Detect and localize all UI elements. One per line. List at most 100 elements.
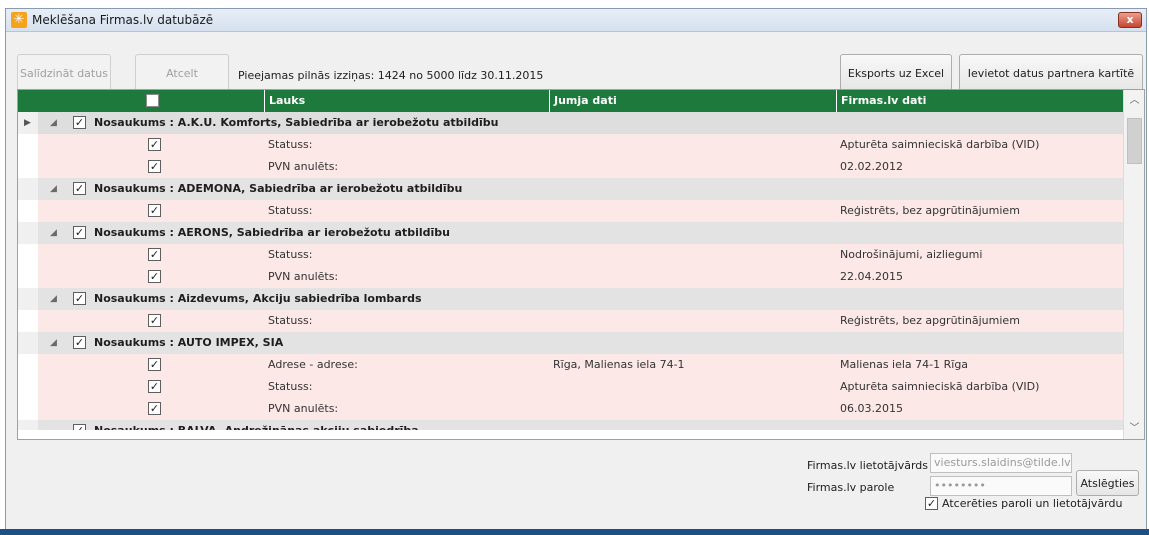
- scroll-up-icon[interactable]: ︿: [1124, 92, 1144, 109]
- row-indicator: [18, 200, 38, 222]
- detail-row[interactable]: ✓ Adrese - adrese: Rīga, Malienas iela 74-…: [18, 354, 1124, 376]
- insert-partner-button[interactable]: Ievietot datus partnera kartītē: [959, 54, 1143, 92]
- collapse-icon[interactable]: ◢: [50, 112, 57, 134]
- group-checkbox[interactable]: ✓: [73, 336, 86, 349]
- column-header-firmas[interactable]: Firmas.lv dati: [836, 90, 1124, 112]
- detail-row[interactable]: ✓ Statuss: Reģistrēts, bez apgrūtinājumiem: [18, 200, 1124, 222]
- row-checkbox[interactable]: ✓: [148, 380, 161, 393]
- row-checkbox[interactable]: ✓: [148, 314, 161, 327]
- title-bar: ✳ Meklēšana Firmas.lv datubāzē x: [6, 9, 1146, 32]
- detail-row[interactable]: ✓ PVN anulēts: 06.03.2015: [18, 398, 1124, 420]
- scroll-down-icon[interactable]: ﹀: [1124, 420, 1144, 437]
- group-row[interactable]: ◢ ✓ Nosaukums : ADEMONA, Sabiedrība ar ier…: [18, 178, 1124, 200]
- row-indicator: [18, 288, 38, 310]
- scroll-thumb[interactable]: [1127, 118, 1142, 164]
- field-name-cell: Statuss:: [268, 138, 313, 151]
- group-row[interactable]: ◢ ✓ Nosaukums : AUTO IMPEX, SIA: [18, 332, 1124, 354]
- group-checkbox[interactable]: ✓: [73, 182, 86, 195]
- row-indicator: [18, 332, 38, 354]
- column-header-jumja[interactable]: Jumja dati: [549, 90, 836, 112]
- password-label: Firmas.lv parole: [807, 481, 895, 494]
- group-checkbox[interactable]: ✓: [73, 116, 86, 129]
- group-row[interactable]: ◢ ✓ Nosaukums : Aizdevums, Akciju sabiedrī…: [18, 288, 1124, 310]
- row-indicator: [18, 398, 38, 420]
- firmas-value-cell: Apturēta saimnieciskā darbība (VID): [840, 138, 1040, 151]
- firmas-value-cell: Reģistrēts, bez apgrūtinājumiem: [840, 314, 1020, 327]
- select-all-checkbox[interactable]: [146, 94, 159, 107]
- username-label: Firmas.lv lietotājvārds: [807, 459, 928, 472]
- password-input[interactable]: ••••••••: [930, 476, 1072, 496]
- group-checkbox[interactable]: ✓: [73, 292, 86, 305]
- remember-label: Atcerēties paroli un lietotājvārdu: [942, 497, 1123, 510]
- firmas-value-cell: Malienas iela 74-1 Rīga: [840, 358, 969, 371]
- group-row[interactable]: ▶ ◢ ✓ Nosaukums : A.K.U. Komforts, Sabiedrī…: [18, 112, 1124, 134]
- field-name-cell: Statuss:: [268, 314, 313, 327]
- group-label: Nosaukums : BALVA, Andrežināņas akciju s…: [94, 420, 419, 430]
- window-title: Meklēšana Firmas.lv datubāzē: [32, 13, 214, 27]
- field-name-cell: Statuss:: [268, 204, 313, 217]
- field-name-cell: PVN anulēts:: [268, 402, 339, 415]
- group-label: Nosaukums : AUTO IMPEX, SIA: [94, 336, 284, 349]
- row-checkbox[interactable]: ✓: [148, 248, 161, 261]
- group-checkbox[interactable]: ✓: [73, 226, 86, 239]
- vertical-scrollbar[interactable]: ︿ ﹀: [1123, 90, 1144, 439]
- firmas-value-cell: 06.03.2015: [840, 402, 903, 415]
- field-name-cell: PVN anulēts:: [268, 270, 339, 283]
- firmas-value-cell: 22.04.2015: [840, 270, 903, 283]
- row-checkbox[interactable]: ✓: [148, 270, 161, 283]
- taskbar-strip: [0, 529, 1149, 535]
- row-indicator: [18, 134, 38, 156]
- group-label: Nosaukums : A.K.U. Komforts, Sabiedrība …: [94, 116, 499, 129]
- row-checkbox[interactable]: ✓: [148, 358, 161, 371]
- row-checkbox[interactable]: ✓: [148, 204, 161, 217]
- close-button[interactable]: x: [1118, 12, 1142, 28]
- group-label: Nosaukums : Aizdevums, Akciju sabiedrība…: [94, 292, 422, 305]
- grid-header: Lauks Jumja dati Firmas.lv dati: [18, 90, 1124, 112]
- row-checkbox[interactable]: ✓: [148, 160, 161, 173]
- row-indicator: [18, 310, 38, 332]
- row-checkbox[interactable]: ✓: [148, 402, 161, 415]
- row-indicator: [18, 420, 38, 430]
- collapse-icon[interactable]: ◢: [50, 288, 57, 310]
- field-name-cell: Statuss:: [268, 248, 313, 261]
- row-indicator: [18, 244, 38, 266]
- detail-row[interactable]: ✓ Statuss: Apturēta saimnieciskā darbība (…: [18, 376, 1124, 398]
- export-excel-button[interactable]: Eksports uz Excel: [840, 54, 952, 92]
- row-indicator: [18, 178, 38, 200]
- row-indicator: [18, 222, 38, 244]
- detail-row[interactable]: ✓ Statuss: Nodrošinājumi, aizliegumi: [18, 244, 1124, 266]
- group-label: Nosaukums : AERONS, Sabiedrība ar ierobe…: [94, 226, 450, 239]
- detail-row[interactable]: ✓ Statuss: Apturēta saimnieciskā darbība (…: [18, 134, 1124, 156]
- cancel-button[interactable]: Atcelt: [135, 54, 229, 92]
- group-row-partial[interactable]: ✓ Nosaukums : BALVA, Andrežināņas akciju …: [18, 420, 1124, 430]
- compare-button[interactable]: Salīdzināt datus: [17, 54, 111, 92]
- column-header-lauks[interactable]: Lauks: [264, 90, 549, 112]
- group-checkbox[interactable]: ✓: [73, 424, 86, 430]
- comparison-grid: Lauks Jumja dati Firmas.lv dati ▶ ◢ ✓ Nosau…: [17, 89, 1145, 440]
- row-indicator: [18, 266, 38, 288]
- group-label: Nosaukums : ADEMONA, Sabiedrība ar ierob…: [94, 182, 463, 195]
- detail-row[interactable]: ✓ PVN anulēts: 22.04.2015: [18, 266, 1124, 288]
- username-input[interactable]: viesturs.slaidins@tilde.lv: [930, 453, 1072, 473]
- app-icon: ✳: [11, 12, 27, 28]
- field-name-cell: PVN anulēts:: [268, 160, 339, 173]
- detail-row[interactable]: ✓ Statuss: Reģistrēts, bez apgrūtinājumiem: [18, 310, 1124, 332]
- reports-info: Pieejamas pilnās izziņas: 1424 no 5000 l…: [238, 69, 544, 82]
- logout-button[interactable]: Atslēgties: [1076, 470, 1139, 496]
- grid-rows: ▶ ◢ ✓ Nosaukums : A.K.U. Komforts, Sabiedrī…: [18, 112, 1124, 430]
- field-name-cell: Statuss:: [268, 380, 313, 393]
- firmas-value-cell: Reģistrēts, bez apgrūtinājumiem: [840, 204, 1020, 217]
- remember-checkbox[interactable]: ✓: [925, 497, 938, 510]
- detail-row[interactable]: ✓ PVN anulēts: 02.02.2012: [18, 156, 1124, 178]
- row-indicator: [18, 354, 38, 376]
- collapse-icon[interactable]: ◢: [50, 178, 57, 200]
- group-row[interactable]: ◢ ✓ Nosaukums : AERONS, Sabiedrība ar iero…: [18, 222, 1124, 244]
- current-row-pointer-icon: ▶: [24, 118, 31, 128]
- firmas-value-cell: Apturēta saimnieciskā darbība (VID): [840, 380, 1040, 393]
- collapse-icon[interactable]: ◢: [50, 222, 57, 244]
- row-checkbox[interactable]: ✓: [148, 138, 161, 151]
- row-indicator: [18, 376, 38, 398]
- jumja-value-cell: Rīga, Malienas iela 74-1: [553, 358, 685, 371]
- collapse-icon[interactable]: ◢: [50, 332, 57, 354]
- remember-option[interactable]: ✓ Atcerēties paroli un lietotājvārdu: [925, 497, 1122, 510]
